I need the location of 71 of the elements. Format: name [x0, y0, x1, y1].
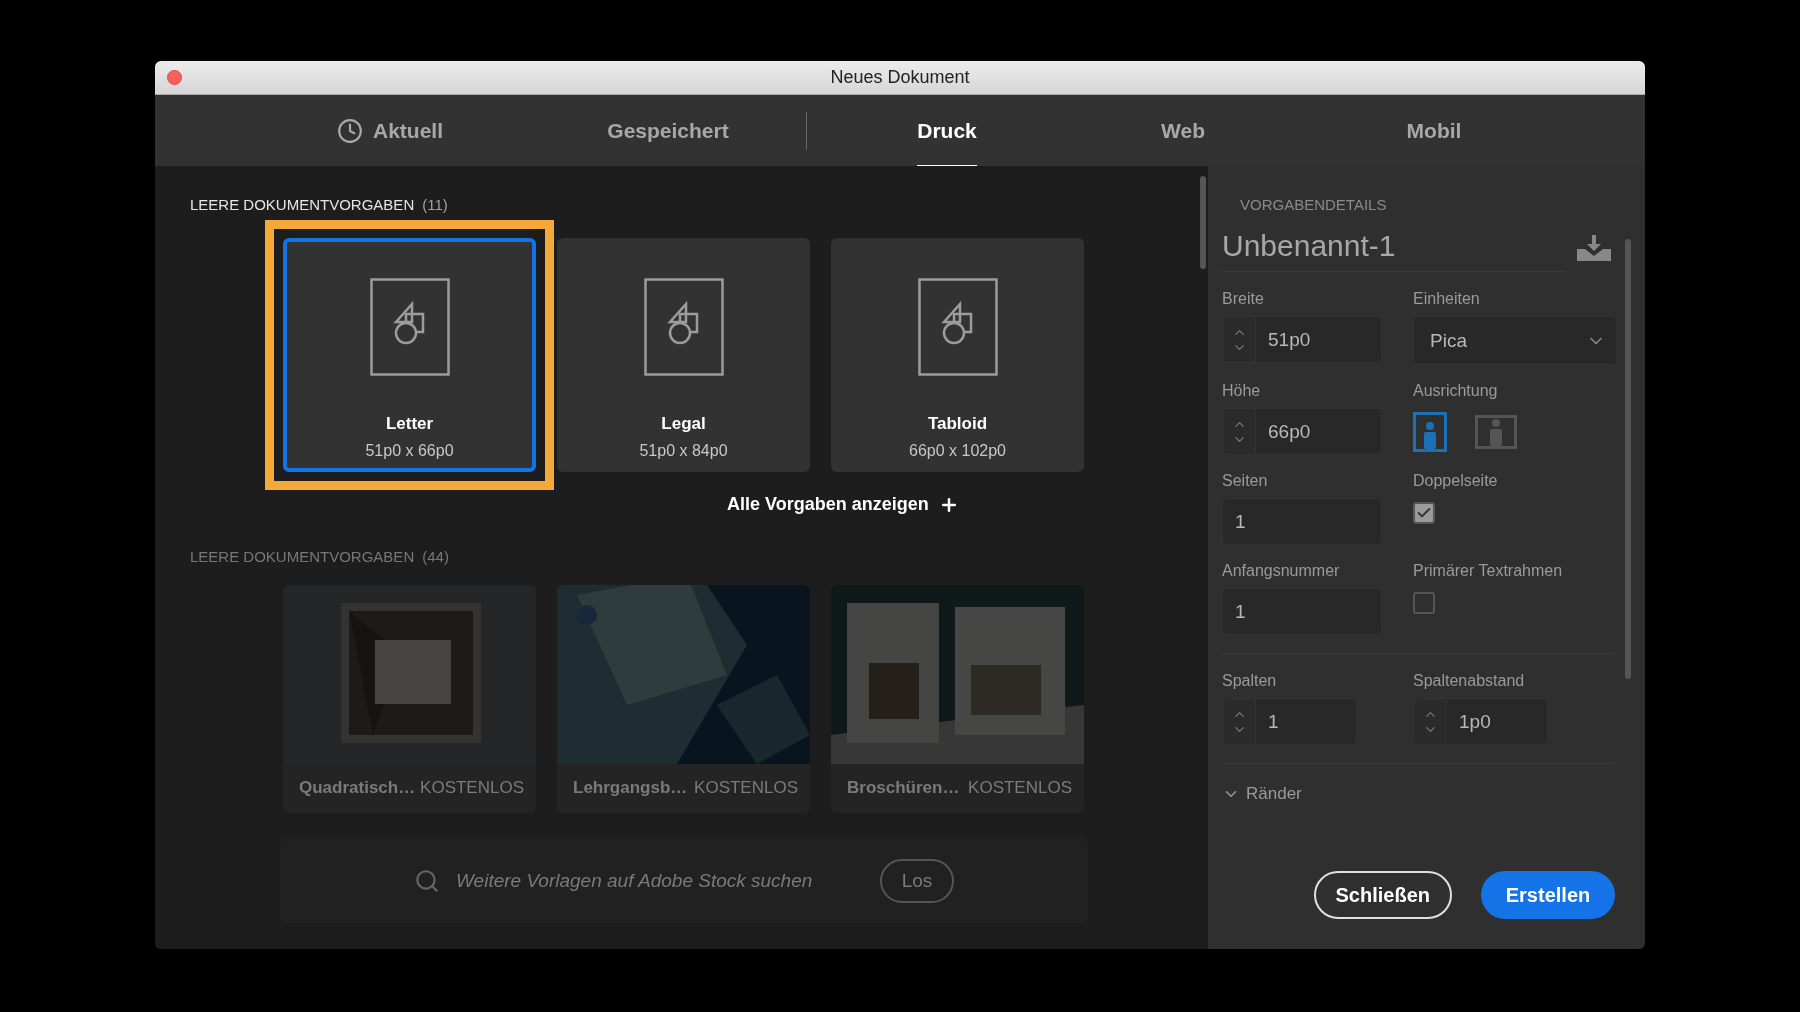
price-label: KOSTENLOS: [420, 778, 524, 798]
close-button[interactable]: Schließen: [1313, 871, 1452, 919]
number-field[interactable]: 51p0: [1255, 316, 1382, 363]
document-shapes-icon: [369, 278, 450, 376]
spin-control[interactable]: [1222, 408, 1255, 455]
preset-size: 66p0 x 102p0: [909, 442, 1006, 460]
section-label: Ränder: [1246, 784, 1302, 804]
preset-size: 51p0 x 66p0: [365, 442, 454, 460]
field-label: Höhe: [1222, 382, 1262, 400]
create-button[interactable]: Erstellen: [1481, 871, 1615, 919]
preset-name: Letter: [385, 414, 434, 434]
document-name[interactable]: Unbenannt-1: [1222, 229, 1396, 263]
document-shapes-icon: [917, 278, 998, 376]
template-name: Lehrgangsb…: [573, 778, 688, 798]
person-icon: [1489, 417, 1503, 446]
show-all-link[interactable]: Alle Vorgaben anzeigen: [727, 494, 1208, 515]
tab[interactable]: Mobil: [1406, 96, 1462, 169]
document-shapes-icon: [643, 278, 724, 376]
section-heading: LEERE DOKUMENTVORGABEN: [190, 548, 415, 565]
tab[interactable]: Gespeichert: [607, 96, 729, 169]
dropdown[interactable]: Pica: [1413, 316, 1617, 365]
panel-heading: VORGABENDETAILS: [1240, 196, 1388, 213]
template-name: Quadratisch…: [299, 778, 416, 798]
clock-icon: [337, 117, 363, 144]
field-label: Ausrichtung: [1413, 382, 1499, 400]
count: (44): [422, 548, 449, 565]
field-label: Seiten: [1222, 472, 1269, 490]
price-label: KOSTENLOS: [968, 778, 1072, 798]
spin-control[interactable]: [1413, 698, 1446, 745]
person-icon: [1423, 420, 1437, 449]
scrollbar[interactable]: [1625, 239, 1631, 679]
search-icon: [414, 867, 440, 894]
field-label: Spalten: [1222, 672, 1278, 690]
input-field[interactable]: 1: [1222, 498, 1382, 545]
price-label: KOSTENLOS: [694, 778, 798, 798]
save-preset-icon[interactable]: [1577, 235, 1611, 261]
go-button[interactable]: Los: [880, 858, 954, 903]
template-name: Broschüren…: [847, 778, 960, 798]
field-label: Spaltenabstand: [1413, 672, 1526, 690]
number-field[interactable]: 1: [1255, 698, 1357, 745]
preset-card[interactable]: Letter 51p0 x 66p0: [283, 238, 536, 472]
preset-card[interactable]: Legal 51p0 x 84p0: [557, 238, 810, 472]
field-label: Einheiten: [1413, 290, 1481, 308]
scrollbar[interactable]: [1200, 176, 1206, 269]
field-label: Doppelseite: [1413, 472, 1499, 490]
number-field[interactable]: 1p0: [1446, 698, 1548, 745]
section-toggle[interactable]: Ränder: [1222, 782, 1615, 806]
field-label: Primärer Textrahmen: [1413, 562, 1564, 580]
window-title: Neues Dokument: [830, 67, 970, 88]
preset-card[interactable]: Tabloid 66p0 x 102p0: [831, 238, 1084, 472]
template-card[interactable]: Broschüren… KOSTENLOS: [831, 585, 1084, 813]
field-label: Breite: [1222, 290, 1265, 308]
tab[interactable]: Web: [1161, 96, 1205, 169]
checkbox[interactable]: [1413, 502, 1435, 524]
input-field[interactable]: 1: [1222, 588, 1382, 635]
preset-size: 51p0 x 84p0: [639, 442, 728, 460]
close-button[interactable]: [167, 70, 182, 85]
spin-control[interactable]: [1222, 316, 1255, 363]
landscape-button[interactable]: [1475, 414, 1517, 449]
spin-control[interactable]: [1222, 698, 1255, 745]
field-label: Anfangsnummer: [1222, 562, 1341, 580]
count: (11): [422, 196, 448, 213]
checkbox[interactable]: [1413, 592, 1435, 614]
search-field[interactable]: Weitere Vorlagen auf Adobe Stock suchen: [456, 869, 816, 892]
section-heading: LEERE DOKUMENTVORGABEN: [190, 196, 415, 213]
preset-name: Legal: [661, 414, 706, 434]
portrait-button[interactable]: [1413, 411, 1447, 452]
tab[interactable]: Aktuell: [373, 96, 443, 169]
template-card[interactable]: Lehrgangsb… KOSTENLOS: [557, 585, 810, 813]
preset-name: Tabloid: [927, 414, 988, 434]
number-field[interactable]: 66p0: [1255, 408, 1382, 455]
